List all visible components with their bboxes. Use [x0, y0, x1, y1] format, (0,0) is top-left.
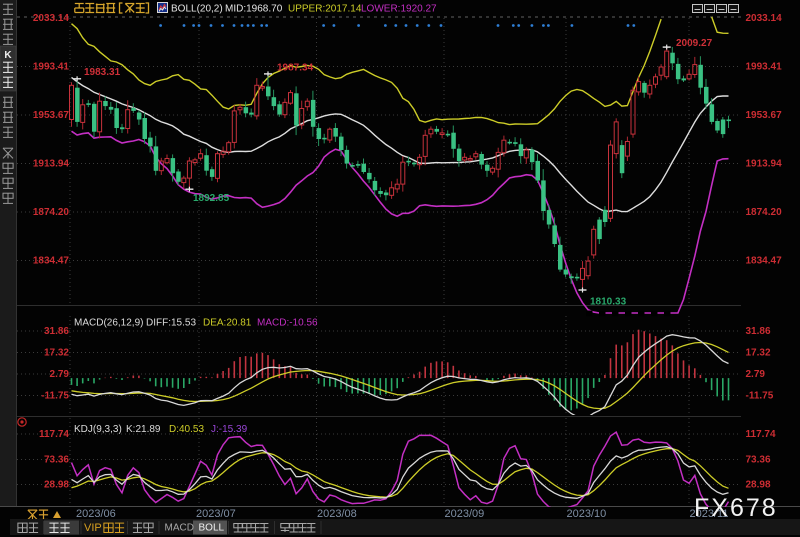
svg-text:2033.14: 2033.14	[33, 13, 70, 24]
svg-text:VIP: VIP	[84, 522, 102, 534]
svg-text:1987.34: 1987.34	[277, 63, 314, 74]
svg-text:2023/07: 2023/07	[196, 508, 236, 520]
svg-text:-11.75: -11.75	[746, 391, 774, 402]
svg-text:73.36: 73.36	[746, 455, 771, 466]
svg-text:2.79: 2.79	[746, 369, 766, 380]
svg-text:117.74: 117.74	[39, 429, 69, 440]
svg-text:1834.47: 1834.47	[746, 256, 783, 267]
svg-text:28.98: 28.98	[746, 480, 771, 491]
svg-text:K: K	[4, 50, 12, 61]
svg-text:DIFF:15.53: DIFF:15.53	[146, 318, 196, 329]
svg-text:73.36: 73.36	[44, 455, 69, 466]
svg-text:2.79: 2.79	[50, 369, 70, 380]
svg-text:1913.94: 1913.94	[33, 159, 70, 170]
svg-text:MACD(26,12,9): MACD(26,12,9)	[74, 318, 143, 329]
svg-text:K:21.89: K:21.89	[126, 424, 161, 435]
svg-text:17.32: 17.32	[746, 348, 771, 359]
svg-text:1810.33: 1810.33	[590, 297, 627, 308]
svg-text:MACD:-10.56: MACD:-10.56	[257, 318, 318, 329]
svg-text:1874.20: 1874.20	[746, 207, 783, 218]
svg-text:-11.75: -11.75	[41, 391, 69, 402]
svg-text:J:-15.39: J:-15.39	[211, 424, 248, 435]
svg-text:2033.14: 2033.14	[746, 13, 783, 24]
svg-text:DEA:20.81: DEA:20.81	[203, 318, 252, 329]
svg-text:1892.85: 1892.85	[193, 193, 230, 204]
svg-text:1993.41: 1993.41	[746, 62, 783, 73]
svg-text:2023/10: 2023/10	[567, 508, 607, 520]
svg-text:D:40.53: D:40.53	[169, 424, 204, 435]
svg-text:31.86: 31.86	[44, 326, 69, 337]
svg-text:1874.20: 1874.20	[33, 207, 70, 218]
svg-text:FX678: FX678	[694, 494, 778, 522]
svg-text:1953.67: 1953.67	[33, 110, 70, 121]
svg-text:2023/06: 2023/06	[76, 508, 116, 520]
svg-text:LOWER:1920.27: LOWER:1920.27	[361, 4, 437, 15]
svg-text:1953.67: 1953.67	[746, 110, 783, 121]
svg-text:BOLL(20,2): BOLL(20,2)	[171, 4, 223, 15]
svg-text:2023/08: 2023/08	[317, 508, 357, 520]
svg-text:MID:1968.70: MID:1968.70	[225, 4, 283, 15]
svg-text:28.98: 28.98	[44, 480, 69, 491]
svg-text:1913.94: 1913.94	[746, 159, 783, 170]
svg-text:31.86: 31.86	[746, 326, 771, 337]
svg-text:UPPER:2017.14: UPPER:2017.14	[288, 4, 362, 15]
svg-text:1834.47: 1834.47	[33, 256, 70, 267]
svg-text:BOLL: BOLL	[199, 523, 225, 534]
svg-text:1983.31: 1983.31	[84, 67, 121, 78]
svg-text:1993.41: 1993.41	[33, 62, 70, 73]
svg-text:2023/09: 2023/09	[445, 508, 485, 520]
svg-text:2009.27: 2009.27	[676, 38, 713, 49]
svg-text:MACD: MACD	[165, 523, 194, 534]
svg-text:KDJ(9,3,3): KDJ(9,3,3)	[74, 424, 122, 435]
svg-text:117.74: 117.74	[746, 429, 776, 440]
svg-text:17.32: 17.32	[44, 348, 69, 359]
